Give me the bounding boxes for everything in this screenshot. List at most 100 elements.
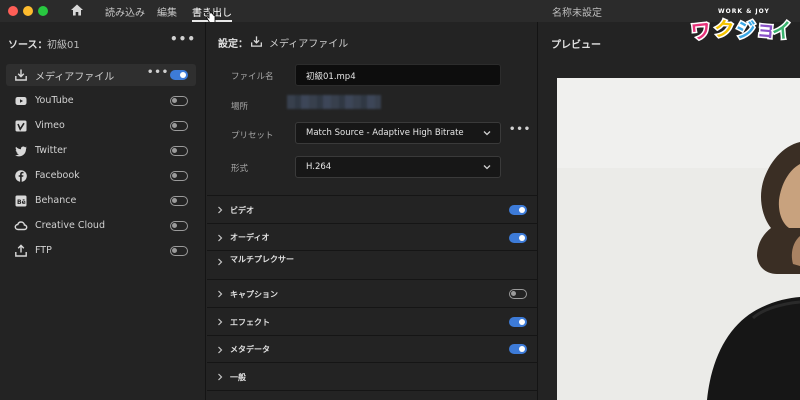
section-effects[interactable]: エフェクト	[207, 307, 538, 335]
section-label: メタデータ	[230, 345, 270, 354]
destination-creative-cloud[interactable]: Creative Cloud	[6, 215, 196, 237]
source-more-button[interactable]: •••	[170, 32, 196, 46]
preview-frame	[557, 78, 800, 400]
close-window-button[interactable]	[8, 6, 18, 16]
settings-target: メディアファイル	[269, 39, 349, 50]
minimize-window-button[interactable]	[23, 6, 33, 16]
section-label: マルチプレクサー	[230, 255, 294, 264]
destination-more-button[interactable]: •••	[147, 67, 169, 78]
chevron-right-icon	[218, 234, 223, 242]
destination-toggle[interactable]	[170, 246, 188, 256]
section-toggle[interactable]	[509, 205, 527, 215]
menu-import[interactable]: 読み込み	[105, 4, 145, 19]
chevron-right-icon	[218, 373, 223, 381]
section-label: オーディオ	[230, 233, 270, 242]
format-select[interactable]: H.264	[295, 156, 501, 178]
section-toggle[interactable]	[509, 344, 527, 354]
section-toggle[interactable]	[509, 289, 527, 299]
behance-icon: Bē	[15, 195, 27, 207]
filename-label: ファイル名	[231, 72, 274, 82]
chevron-down-icon	[483, 165, 491, 170]
window-title: 名称未設定	[552, 8, 602, 19]
chevron-right-icon	[218, 206, 223, 214]
location-path[interactable]	[287, 95, 381, 109]
chevron-right-icon	[218, 318, 223, 326]
destination-toggle[interactable]	[170, 196, 188, 206]
destination-toggle[interactable]	[170, 96, 188, 106]
destination-label: Vimeo	[35, 120, 65, 131]
destination-label: Twitter	[35, 145, 67, 156]
destination-twitter[interactable]: Twitter	[6, 140, 196, 162]
destination-label: Facebook	[35, 170, 80, 181]
preview-label: プレビュー	[551, 40, 601, 51]
section-label: ビデオ	[230, 206, 254, 215]
section-audio[interactable]: オーディオ	[207, 223, 538, 250]
preset-more-button[interactable]: •••	[509, 124, 531, 135]
destination-facebook[interactable]: Facebook	[6, 165, 196, 187]
svg-text:ジ: ジ	[735, 17, 757, 42]
destination-media-file[interactable]: メディアファイル •••	[6, 64, 196, 86]
download-icon	[251, 36, 262, 47]
section-toggle[interactable]	[509, 233, 527, 243]
facebook-icon	[15, 170, 27, 182]
twitter-icon	[15, 146, 27, 157]
settings-label: 設定：	[218, 39, 248, 50]
preset-label: プリセット	[231, 131, 274, 141]
section-label: エフェクト	[230, 318, 270, 327]
section-video[interactable]: ビデオ	[207, 195, 538, 223]
section-metadata[interactable]: メタデータ	[207, 335, 538, 362]
section-multiplexer[interactable]: マルチプレクサー	[207, 250, 538, 279]
source-name: 初級01	[47, 40, 80, 51]
destination-toggle[interactable]	[170, 70, 188, 80]
preset-select[interactable]: Match Source - Adaptive High Bitrate	[295, 122, 501, 144]
section-label: 一般	[230, 373, 246, 382]
destination-label: Creative Cloud	[35, 220, 105, 231]
chevron-right-icon	[218, 258, 223, 266]
preview-panel: プレビュー	[539, 22, 800, 400]
format-label: 形式	[231, 164, 249, 174]
menu-edit[interactable]: 編集	[157, 4, 177, 19]
destination-label: YouTube	[35, 95, 74, 106]
destination-label: FTP	[35, 245, 52, 256]
creative-cloud-icon	[14, 221, 28, 231]
destination-label: メディアファイル	[35, 72, 115, 83]
preview-person-image	[557, 78, 800, 400]
svg-text:ワ: ワ	[690, 18, 712, 44]
svg-text:ク: ク	[713, 16, 735, 42]
section-label: キャプション	[230, 290, 278, 299]
destination-toggle[interactable]	[170, 171, 188, 181]
destination-youtube[interactable]: YouTube	[6, 90, 196, 112]
source-label: ソース：	[8, 40, 48, 51]
destination-toggle[interactable]	[170, 146, 188, 156]
section-general[interactable]: 一般	[207, 362, 538, 390]
destination-label: Behance	[35, 195, 77, 206]
destination-behance[interactable]: Bē Behance	[6, 190, 196, 212]
export-window: 読み込み 編集 書き出し 名称未設定 ソース： 初級01 ••• メディアファイ…	[0, 0, 800, 400]
section-divider	[207, 390, 538, 400]
ftp-icon	[15, 244, 27, 257]
destination-toggle[interactable]	[170, 221, 188, 231]
chevron-right-icon	[218, 290, 223, 298]
chevron-down-icon	[483, 131, 491, 136]
preset-value: Match Source - Adaptive High Bitrate	[306, 128, 464, 138]
title-bar: 読み込み 編集 書き出し 名称未設定	[0, 0, 800, 23]
destinations-panel: ソース： 初級01 ••• メディアファイル ••• YouTube Vimeo…	[0, 22, 206, 400]
format-value: H.264	[306, 162, 332, 172]
zoom-window-button[interactable]	[38, 6, 48, 16]
destination-toggle[interactable]	[170, 121, 188, 131]
wakujoi-logo: WORK & JOY ワ ク ジ ョ イ	[688, 8, 792, 45]
chevron-right-icon	[218, 346, 223, 354]
filename-input[interactable]: 初級01.mp4	[295, 64, 501, 86]
download-icon	[15, 69, 27, 81]
section-captions[interactable]: キャプション	[207, 279, 538, 307]
filename-value: 初級01.mp4	[306, 72, 356, 82]
destination-ftp[interactable]: FTP	[6, 240, 196, 262]
section-toggle[interactable]	[509, 317, 527, 327]
youtube-icon	[15, 97, 27, 105]
destination-vimeo[interactable]: Vimeo	[6, 115, 196, 137]
home-icon[interactable]	[70, 3, 84, 17]
svg-text:Bē: Bē	[17, 199, 26, 206]
svg-text:イ: イ	[771, 18, 792, 44]
vimeo-icon	[15, 120, 27, 132]
logo-tagline: WORK & JOY	[718, 8, 770, 15]
